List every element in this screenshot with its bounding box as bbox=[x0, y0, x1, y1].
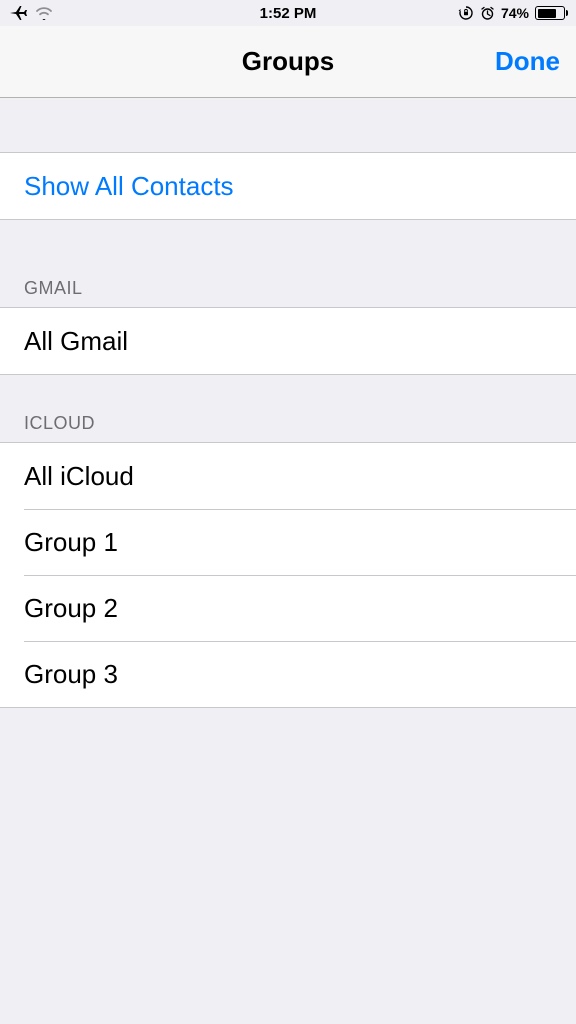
section-header-gmail: GMAIL bbox=[0, 220, 576, 307]
group-label: Group 2 bbox=[24, 593, 118, 624]
orientation-lock-icon bbox=[458, 5, 474, 21]
group-label: All Gmail bbox=[24, 326, 128, 357]
done-button[interactable]: Done bbox=[495, 46, 560, 77]
airplane-mode-icon bbox=[8, 3, 28, 23]
group-label: All iCloud bbox=[24, 461, 134, 492]
battery-icon bbox=[535, 6, 568, 20]
battery-percent: 74% bbox=[501, 5, 529, 21]
group-row-all-gmail[interactable]: All Gmail bbox=[0, 308, 576, 374]
wifi-icon bbox=[34, 6, 54, 20]
status-time: 1:52 PM bbox=[260, 5, 317, 22]
group-label: Group 3 bbox=[24, 659, 118, 690]
group-row-group-2[interactable]: Group 2 bbox=[24, 575, 576, 641]
nav-bar: Groups Done bbox=[0, 26, 576, 98]
status-bar: 1:52 PM 74% bbox=[0, 0, 576, 26]
section-header-icloud: ICLOUD bbox=[0, 375, 576, 442]
group-row-group-3[interactable]: Group 3 bbox=[24, 641, 576, 707]
show-all-contacts-button[interactable]: Show All Contacts bbox=[0, 153, 576, 219]
spacer bbox=[0, 98, 576, 152]
group-row-group-1[interactable]: Group 1 bbox=[24, 509, 576, 575]
page-title: Groups bbox=[242, 46, 334, 77]
group-label: Group 1 bbox=[24, 527, 118, 558]
group-row-all-icloud[interactable]: All iCloud bbox=[0, 443, 576, 509]
alarm-icon bbox=[480, 6, 495, 21]
